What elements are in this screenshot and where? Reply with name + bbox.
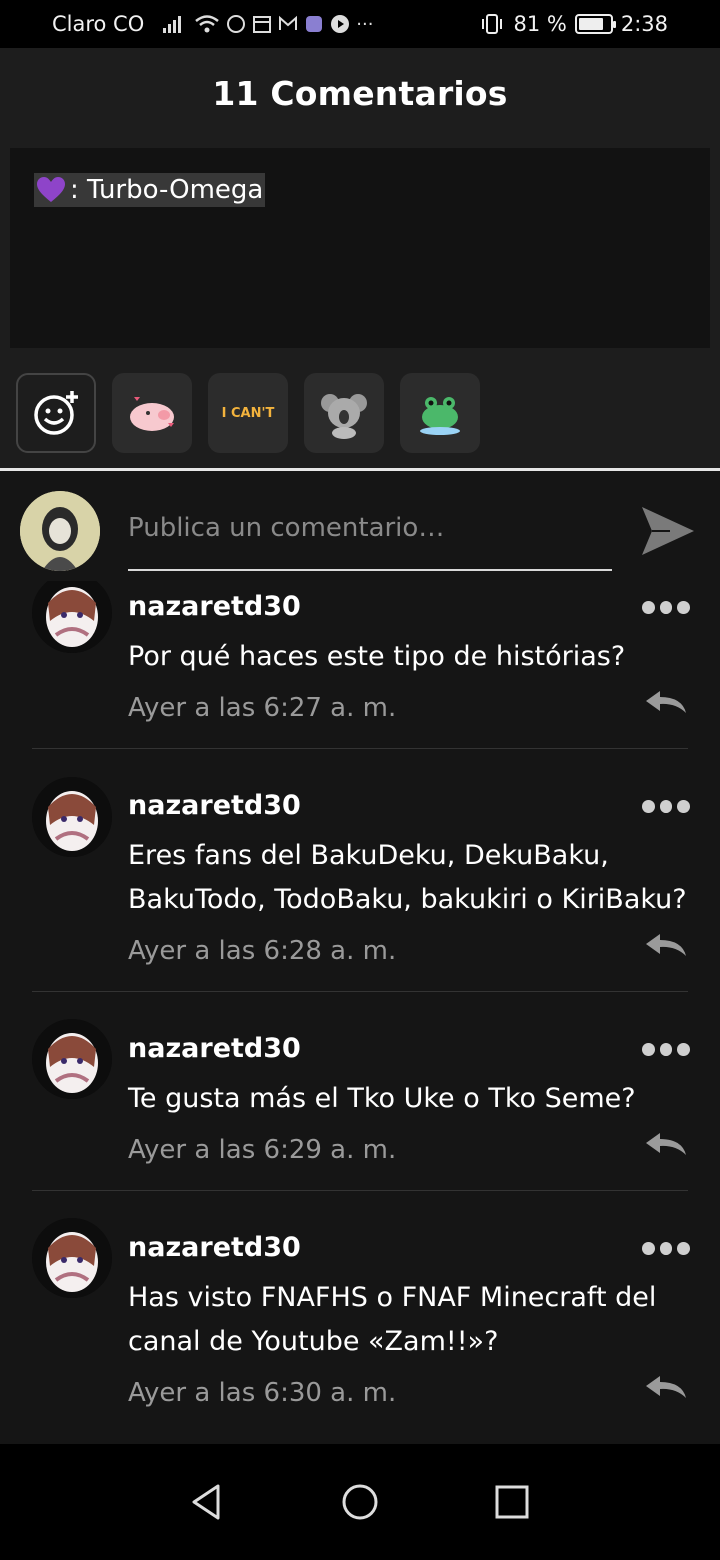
comment-timestamp: Ayer a las 6:28 a. m.	[128, 936, 397, 966]
avatar-image	[20, 491, 100, 571]
koala-sticker[interactable]	[304, 373, 384, 453]
commenter-avatar[interactable]	[32, 777, 112, 857]
more-options-icon[interactable]	[642, 601, 691, 615]
comment-text: Por qué haces este tipo de histórias?	[128, 641, 626, 672]
app-icon	[306, 16, 323, 32]
status-bar: Claro CO ··· 81 % 2:38	[0, 0, 720, 48]
i-cant-label: I CAN'T	[221, 405, 275, 421]
pig-sticker[interactable]	[112, 373, 192, 453]
carrier-label: Claro CO	[52, 12, 145, 36]
clock: 2:38	[620, 12, 668, 36]
comment-username[interactable]: nazaretd30	[128, 1232, 301, 1263]
purple-heart-icon	[37, 177, 65, 202]
add-sticker-button[interactable]	[16, 373, 96, 453]
post-box: : Turbo-Omega	[10, 148, 710, 348]
header: 11 Comentarios	[0, 48, 720, 138]
commenter-avatar[interactable]	[32, 1218, 112, 1298]
comment-separator	[32, 1190, 688, 1191]
comment-composer: Publica un comentario…	[0, 471, 720, 581]
gmail-icon	[279, 15, 298, 30]
battery-percent: 81 %	[513, 12, 567, 36]
comment-timestamp: Ayer a las 6:29 a. m.	[128, 1135, 397, 1165]
pig-icon	[130, 397, 174, 431]
comment-list: nazaretd30 Por qué haces este tipo de his…	[0, 581, 720, 1444]
signal-icon	[163, 16, 182, 33]
koala-icon	[321, 394, 367, 439]
comment-text: Eres fans del BakuDeku, DekuBaku, BakuTo…	[128, 840, 687, 915]
comment-input[interactable]: Publica un comentario…	[128, 497, 612, 571]
comment-username[interactable]: nazaretd30	[128, 591, 301, 622]
calendar-icon	[253, 16, 272, 33]
comment-username[interactable]: nazaretd30	[128, 790, 301, 821]
vibrate-icon	[482, 14, 503, 34]
i-cant-sticker[interactable]: I CAN'T	[208, 373, 288, 453]
my-avatar[interactable]	[20, 491, 100, 571]
page-title: 11 Comentarios	[212, 73, 508, 113]
comment-timestamp: Ayer a las 6:27 a. m.	[128, 693, 397, 723]
whatsapp-icon	[227, 15, 246, 33]
recents-icon[interactable]	[492, 1482, 532, 1522]
post-line: : Turbo-Omega	[34, 173, 266, 207]
play-icon	[331, 15, 350, 33]
more-notifications-icon: ···	[356, 13, 374, 35]
reply-icon[interactable]	[644, 1131, 688, 1159]
navigation-bar	[0, 1444, 720, 1560]
commenter-avatar[interactable]	[32, 581, 112, 653]
comment-text: Has visto FNAFHS o FNAF Minecraft del ca…	[128, 1282, 657, 1357]
comment-timestamp: Ayer a las 6:30 a. m.	[128, 1378, 397, 1408]
smiley-add-icon	[34, 391, 78, 435]
back-icon[interactable]	[186, 1482, 226, 1522]
reply-icon[interactable]	[644, 689, 688, 717]
reply-icon[interactable]	[644, 932, 688, 960]
reply-icon[interactable]	[644, 1374, 688, 1402]
comment-username[interactable]: nazaretd30	[128, 1033, 301, 1064]
post-preview: : Turbo-Omega	[0, 138, 720, 358]
more-options-icon[interactable]	[642, 1043, 691, 1057]
frog-sticker[interactable]	[400, 373, 480, 453]
battery-level	[578, 18, 603, 30]
wifi-icon	[195, 15, 220, 33]
post-text: : Turbo-Omega	[70, 175, 264, 205]
more-options-icon[interactable]	[642, 800, 691, 814]
battery-icon	[574, 14, 616, 34]
comment-text: Te gusta más el Tko Uke o Tko Seme?	[128, 1083, 636, 1114]
comment-separator	[32, 748, 688, 749]
home-icon[interactable]	[340, 1482, 380, 1522]
comment-separator	[32, 991, 688, 992]
frog-icon	[420, 397, 460, 435]
commenter-avatar[interactable]	[32, 1019, 112, 1099]
send-icon[interactable]	[640, 503, 696, 559]
status-icons: ···	[162, 14, 373, 35]
sticker-row: I CAN'T	[0, 358, 720, 468]
more-options-icon[interactable]	[642, 1242, 691, 1256]
